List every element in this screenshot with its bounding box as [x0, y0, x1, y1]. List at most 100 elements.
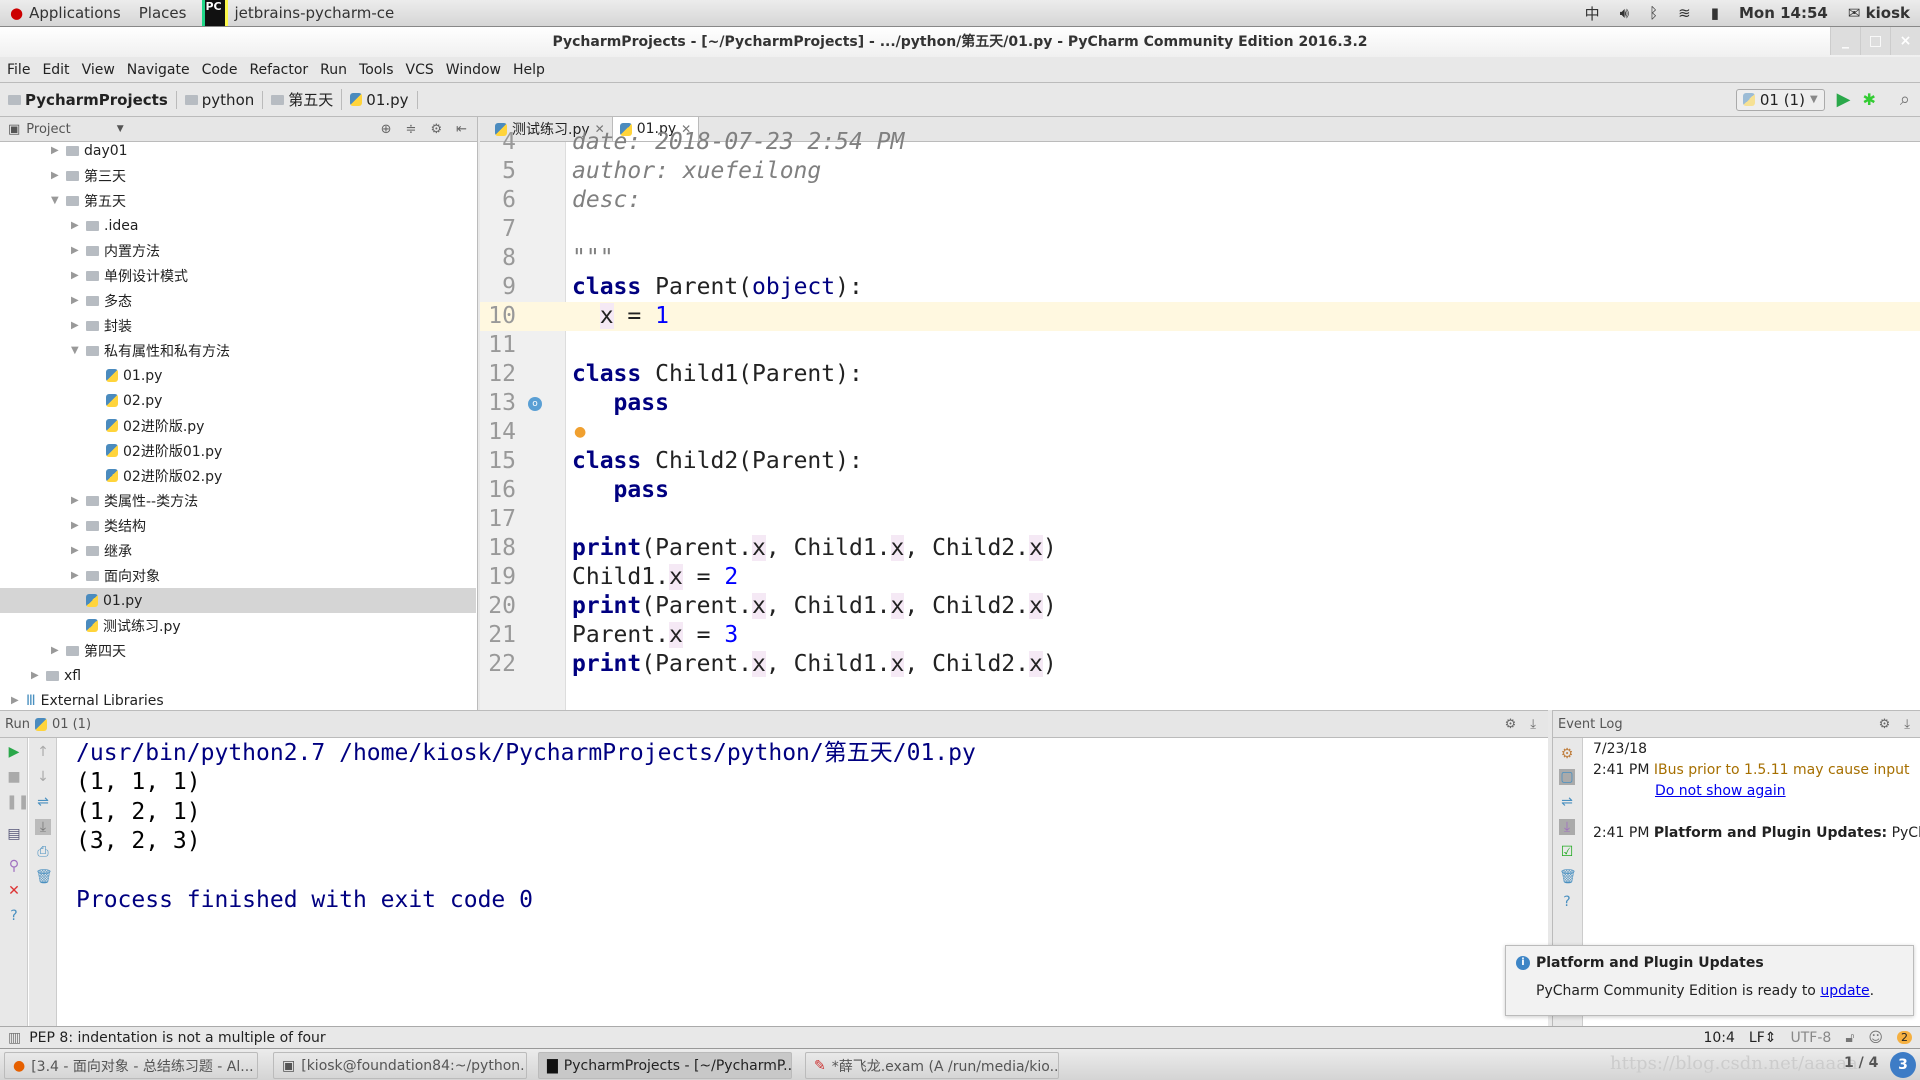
tree-item[interactable]: ▶ 多态 [0, 288, 476, 313]
close-icon[interactable]: ✕ [6, 883, 22, 899]
code-line[interactable]: 4 date: 2018-07-23 2:54 PM [480, 128, 1920, 157]
tree-item[interactable]: ▼ 第五天 [0, 188, 476, 213]
menu-view[interactable]: View [82, 62, 115, 78]
menu-vcs[interactable]: VCS [406, 62, 434, 78]
hide-icon[interactable]: ⤓ [1530, 717, 1536, 732]
run-tab[interactable]: 01 (1) [52, 717, 91, 732]
clock[interactable]: Mon 14:54 [1739, 4, 1828, 22]
pause-icon[interactable]: ❚❚ [6, 794, 29, 810]
do-not-show-again-link[interactable]: Do not show again [1655, 783, 1786, 799]
tree-item[interactable]: ▶ 面向对象 [0, 563, 476, 588]
tree-item[interactable]: ▶ Ⅲ External Libraries [0, 688, 476, 710]
trash-icon[interactable]: 🗑︎ [1559, 869, 1577, 885]
code-line[interactable]: 13 pass [480, 389, 1920, 418]
code-line[interactable]: 7 [480, 215, 1920, 244]
balloon-icon[interactable]: ▢ [1559, 769, 1575, 785]
bluetooth-icon[interactable]: ᛒ [1649, 4, 1658, 22]
up-icon[interactable]: ↑ [35, 744, 51, 760]
breadcrumb-file[interactable]: 01.py [342, 90, 418, 109]
message-tray-badge[interactable]: 3 [1890, 1052, 1916, 1078]
chevron-right-icon[interactable]: ▶ [71, 520, 81, 531]
pin-icon[interactable]: ⚲ [6, 858, 22, 874]
tree-item[interactable]: ▶ day01 [0, 138, 476, 163]
code-editor[interactable]: 测试练习.py ✕ 01.py ✕ 4 date: 2018-07-23 2:54 P… [480, 117, 1920, 710]
trash-icon[interactable]: 🗑︎ [35, 869, 53, 885]
lightbulb-icon[interactable]: ● [574, 424, 586, 440]
down-icon[interactable]: ↓ [35, 769, 51, 785]
code-line[interactable]: 16 pass [480, 476, 1920, 505]
chevron-right-icon[interactable]: ▶ [71, 245, 81, 256]
tree-item[interactable]: ▶ xfl [0, 663, 476, 688]
file-encoding[interactable]: UTF-8 [1791, 1030, 1832, 1046]
chevron-down-icon[interactable]: ▼ [117, 124, 124, 134]
tree-item[interactable]: ▶ 继承 [0, 538, 476, 563]
chevron-right-icon[interactable]: ▶ [71, 220, 81, 231]
menu-help[interactable]: Help [513, 62, 545, 78]
locate-icon[interactable]: ⊕ [381, 122, 392, 137]
code-line[interactable]: 15 class Child2(Parent): [480, 447, 1920, 476]
battery-icon[interactable]: ▮ [1711, 4, 1719, 22]
applications-menu[interactable]: ● Applications [10, 4, 121, 22]
workspace-indicator[interactable]: 1 / 4 [1844, 1055, 1878, 1071]
update-notification[interactable]: i Platform and Plugin Updates PyCharm Co… [1505, 945, 1914, 1016]
code-line[interactable]: 9 class Parent(object): [480, 273, 1920, 302]
lock-icon[interactable]: 🔓︎ [1845, 1030, 1854, 1046]
chevron-right-icon[interactable]: ▶ [31, 670, 41, 681]
breadcrumb-project[interactable]: PycharmProjects [0, 90, 177, 109]
input-method-indicator[interactable]: 中 [1585, 3, 1600, 24]
chevron-right-icon[interactable]: ▶ [11, 695, 21, 706]
minimize-button[interactable]: _ [1830, 27, 1860, 55]
code-line[interactable]: 6 desc: [480, 186, 1920, 215]
chevron-right-icon[interactable]: ▶ [51, 145, 61, 156]
line-separator[interactable]: LF⇕ [1749, 1030, 1777, 1046]
menu-window[interactable]: Window [446, 62, 501, 78]
code-line[interactable]: 19 Child1.x = 2 [480, 563, 1920, 592]
chevron-right-icon[interactable]: ▶ [51, 645, 61, 656]
maximize-button[interactable]: □ [1860, 27, 1890, 55]
tree-item[interactable]: 02进阶版02.py [0, 463, 476, 488]
override-icon[interactable]: o [528, 397, 542, 411]
hide-icon[interactable]: ⇤ [456, 122, 467, 137]
inspector-icon[interactable]: ☺ [1868, 1030, 1883, 1046]
code-line[interactable]: 5 author: xuefeilong [480, 157, 1920, 186]
code-line[interactable]: 17 [480, 505, 1920, 534]
breadcrumb-day5[interactable]: 第五天 [263, 89, 343, 110]
code-line[interactable]: 11 [480, 331, 1920, 360]
taskbar-item[interactable]: ● [3.4 - 面向对象 - 总结练习题 - Al... [4, 1052, 258, 1079]
menu-refactor[interactable]: Refactor [249, 62, 308, 78]
menu-file[interactable]: File [7, 62, 30, 78]
tree-item[interactable]: 02进阶版01.py [0, 438, 476, 463]
layout-icon[interactable]: ▤ [6, 826, 22, 842]
hide-icon[interactable]: ⤓ [1904, 717, 1910, 732]
mark-read-icon[interactable]: ☑ [1559, 844, 1575, 860]
tree-item[interactable]: ▶ 封装 [0, 313, 476, 338]
close-button[interactable]: × [1890, 27, 1920, 55]
app-menu[interactable]: PC jetbrains-pycharm-ce [202, 0, 394, 26]
code-line[interactable]: 12 class Child1(Parent): [480, 360, 1920, 389]
tree-item[interactable]: ▼ 私有属性和私有方法 [0, 338, 476, 363]
code-line[interactable]: 8 """ [480, 244, 1920, 273]
tree-item[interactable]: ▶ .idea [0, 213, 476, 238]
tree-item[interactable]: 01.py [0, 588, 476, 613]
taskbar-item[interactable]: ▇ PycharmProjects - [~/PycharmP... [538, 1052, 792, 1079]
tree-item[interactable]: 测试练习.py [0, 613, 476, 638]
breadcrumb-python[interactable]: python [177, 90, 264, 109]
tree-item[interactable]: ▶ 单例设计模式 [0, 263, 476, 288]
search-icon[interactable]: ⌕ [1900, 89, 1910, 110]
tree-item[interactable]: ▶ 第三天 [0, 163, 476, 188]
chevron-right-icon[interactable]: ▶ [71, 295, 81, 306]
menu-navigate[interactable]: Navigate [127, 62, 190, 78]
chevron-right-icon[interactable]: ▶ [71, 320, 81, 331]
soft-wrap-icon[interactable]: ⇌ [35, 794, 51, 810]
taskbar-item[interactable]: ▣ [kiosk@foundation84:~/python... [273, 1052, 527, 1079]
volume-icon[interactable]: 🔊︎ [1620, 4, 1629, 22]
menu-edit[interactable]: Edit [42, 62, 69, 78]
stop-icon[interactable]: ■ [6, 769, 22, 785]
code-line[interactable]: 22 print(Parent.x, Child1.x, Child2.x) [480, 650, 1920, 679]
code-line[interactable]: 14 [480, 418, 1920, 447]
wifi-icon[interactable]: ≋ [1678, 4, 1691, 22]
chevron-right-icon[interactable]: ▶ [71, 570, 81, 581]
scroll-to-end-icon[interactable]: ⤓ [35, 819, 51, 835]
menu-tools[interactable]: Tools [359, 62, 394, 78]
tree-item[interactable]: 01.py [0, 363, 476, 388]
